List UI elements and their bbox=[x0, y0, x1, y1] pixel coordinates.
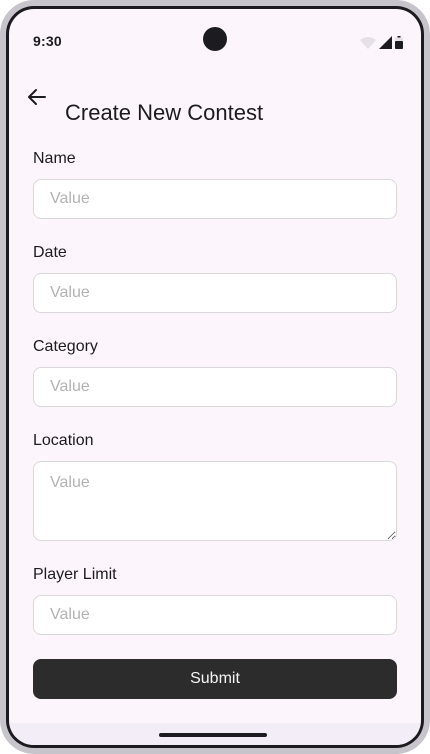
home-indicator[interactable] bbox=[159, 733, 267, 737]
wifi-icon bbox=[360, 37, 376, 49]
signal-icon bbox=[379, 36, 392, 49]
screen: 9:30 Create New Contest Name Value Date … bbox=[9, 9, 421, 745]
name-field-group: Name bbox=[33, 149, 397, 219]
contest-form: Name Date Category Location Player Limit bbox=[33, 149, 397, 699]
camera-cutout bbox=[203, 27, 227, 51]
name-input[interactable] bbox=[33, 179, 397, 219]
back-button[interactable] bbox=[23, 83, 51, 111]
gesture-nav-bar bbox=[9, 723, 421, 745]
status-icons bbox=[360, 35, 403, 49]
location-label: Location bbox=[33, 432, 94, 449]
date-input[interactable] bbox=[33, 273, 397, 313]
location-field-group: Location bbox=[33, 431, 397, 541]
status-time: 9:30 bbox=[33, 33, 62, 49]
player-limit-input[interactable] bbox=[33, 595, 397, 635]
category-field-group: Category bbox=[33, 337, 397, 407]
category-input[interactable] bbox=[33, 367, 397, 407]
arrow-left-icon bbox=[28, 89, 46, 105]
status-bar: 9:30 bbox=[9, 9, 421, 53]
player-limit-field-group: Player Limit bbox=[33, 565, 397, 635]
player-limit-label: Player Limit bbox=[33, 566, 117, 583]
category-label: Category bbox=[33, 338, 98, 355]
location-textarea[interactable] bbox=[33, 461, 397, 541]
date-label: Date bbox=[33, 244, 67, 261]
top-app-bar: Create New Contest bbox=[9, 69, 421, 125]
submit-button[interactable]: Submit bbox=[33, 659, 397, 699]
device-bezel: 9:30 Create New Contest Name Value Date … bbox=[6, 6, 424, 748]
device-frame: 9:30 Create New Contest Name Value Date … bbox=[0, 0, 430, 754]
page-title: Create New Contest bbox=[65, 99, 264, 125]
battery-icon bbox=[395, 36, 403, 49]
name-label: Name bbox=[33, 150, 76, 167]
date-field-group: Date bbox=[33, 243, 397, 313]
